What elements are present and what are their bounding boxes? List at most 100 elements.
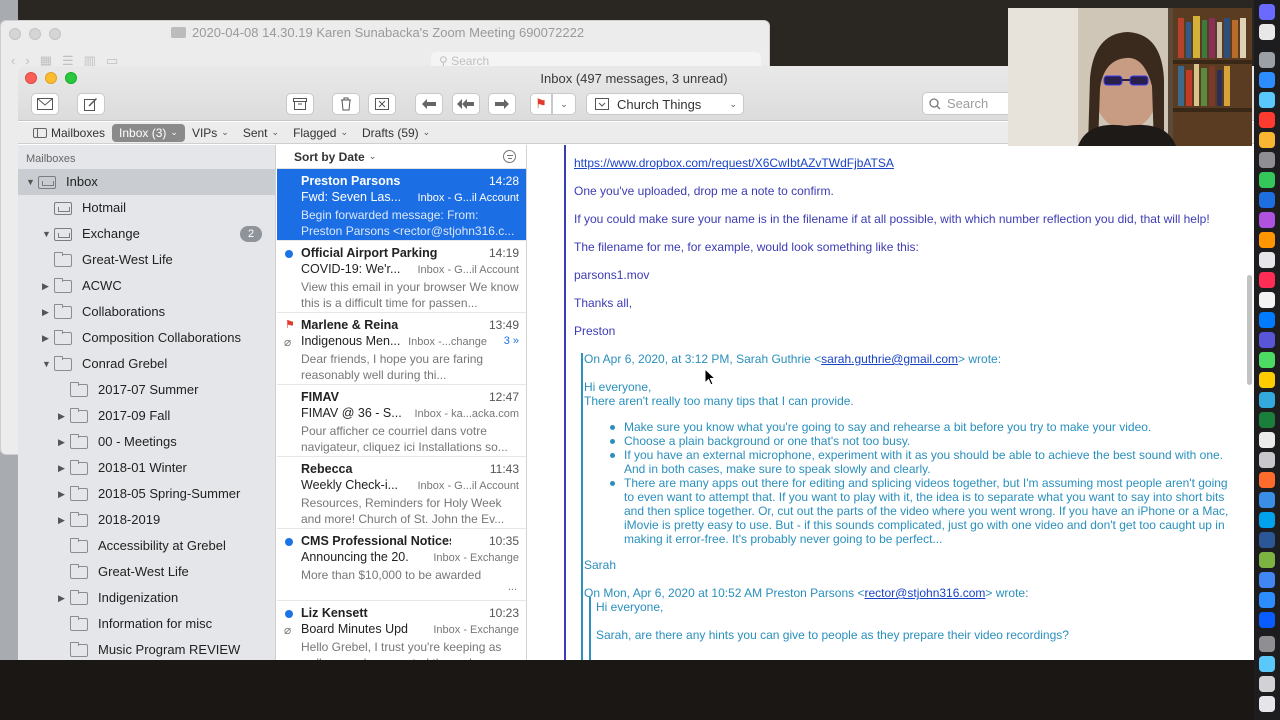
dock-app-icon[interactable] bbox=[1259, 4, 1275, 20]
flag-button[interactable]: ⚑ bbox=[530, 93, 552, 115]
sidebar-item[interactable]: Information for misc bbox=[18, 611, 275, 637]
dock-app-icon[interactable] bbox=[1259, 612, 1275, 628]
scrollbar[interactable] bbox=[1247, 275, 1252, 385]
disclosure-open-icon[interactable]: ▼ bbox=[26, 177, 36, 187]
disclosure-closed-icon[interactable]: ▶ bbox=[42, 281, 52, 292]
dock-app-icon[interactable] bbox=[1259, 532, 1275, 548]
email-link[interactable]: rector@stjohn316.com bbox=[865, 586, 986, 600]
disclosure-closed-icon[interactable]: ▶ bbox=[58, 593, 68, 604]
filter-icon[interactable] bbox=[503, 150, 516, 163]
dropbox-link[interactable]: https://www.dropbox.com/request/X6CwIbtA… bbox=[574, 156, 894, 170]
delete-button[interactable] bbox=[332, 93, 360, 115]
favorites-drafts[interactable]: Drafts (59) ⌄ bbox=[355, 124, 437, 142]
dock-app-icon[interactable] bbox=[1259, 676, 1275, 692]
sidebar-item[interactable]: ▶ 00 - Meetings bbox=[18, 429, 275, 455]
favorites-vips[interactable]: VIPs ⌄ bbox=[185, 124, 236, 142]
archive-button[interactable] bbox=[286, 93, 314, 115]
get-mail-button[interactable] bbox=[31, 93, 59, 115]
sidebar-item[interactable]: Great-West Life bbox=[18, 247, 275, 273]
dock-app-icon[interactable] bbox=[1259, 572, 1275, 588]
dock-app-icon[interactable] bbox=[1259, 352, 1275, 368]
disclosure-open-icon[interactable]: ▼ bbox=[42, 359, 52, 369]
sidebar-item[interactable]: ▶ Indigenization bbox=[18, 585, 275, 611]
sidebar-item[interactable]: ▶ Composition Collaborations bbox=[18, 325, 275, 351]
dock-app-icon[interactable] bbox=[1259, 472, 1275, 488]
dock-app-icon[interactable] bbox=[1259, 292, 1275, 308]
sidebar-item[interactable]: ▶ 2018-01 Winter bbox=[18, 455, 275, 481]
email-link[interactable]: sarah.guthrie@gmail.com bbox=[821, 352, 958, 366]
sidebar-item[interactable]: ▼ Conrad Grebel bbox=[18, 351, 275, 377]
sidebar-item[interactable]: Great-West Life bbox=[18, 559, 275, 585]
dock-app-icon[interactable] bbox=[1259, 592, 1275, 608]
sidebar-item[interactable]: Hotmail bbox=[18, 195, 275, 221]
favorites-mailboxes[interactable]: Mailboxes bbox=[26, 124, 112, 142]
sidebar-item[interactable]: ▶ 2018-05 Spring-Summer bbox=[18, 481, 275, 507]
favorites-sent[interactable]: Sent ⌄ bbox=[236, 124, 286, 142]
dock-app-icon[interactable] bbox=[1259, 192, 1275, 208]
reply-button[interactable] bbox=[415, 93, 443, 115]
dock-app-icon[interactable] bbox=[1259, 412, 1275, 428]
favorites-flagged[interactable]: Flagged ⌄ bbox=[286, 124, 355, 142]
disclosure-closed-icon[interactable]: ▶ bbox=[42, 333, 52, 344]
reply-all-button[interactable] bbox=[452, 93, 480, 115]
dock-app-icon[interactable] bbox=[1259, 132, 1275, 148]
dock-app-icon[interactable] bbox=[1259, 24, 1275, 40]
dock-app-icon[interactable] bbox=[1259, 52, 1275, 68]
message-row[interactable]: Official Airport Parking 14:19 COVID-19: W… bbox=[277, 241, 526, 313]
message-row[interactable]: ⌀ Liz Kensett 10:23 Board Minutes Upd... Inb… bbox=[277, 601, 526, 660]
dock-app-icon[interactable] bbox=[1259, 432, 1275, 448]
compose-button[interactable] bbox=[77, 93, 105, 115]
sidebar-item[interactable]: ▶ 2018-2019 bbox=[18, 507, 275, 533]
dock-app-icon[interactable] bbox=[1259, 452, 1275, 468]
sidebar-item[interactable]: 2017-07 Summer bbox=[18, 377, 275, 403]
sidebar-item[interactable]: ▶ Collaborations bbox=[18, 299, 275, 325]
dock-app-icon[interactable] bbox=[1259, 636, 1275, 652]
dock-app-icon[interactable] bbox=[1259, 552, 1275, 568]
mail-window[interactable]: Inbox (497 messages, 3 unread) ⚑ ⌄ Churc… bbox=[18, 66, 1254, 660]
favorites-inbox[interactable]: Inbox (3) ⌄ bbox=[112, 123, 185, 142]
sidebar-item[interactable]: Music Program REVIEW bbox=[18, 637, 275, 660]
body-link-line: https://www.dropbox.com/request/X6CwIbtA… bbox=[574, 156, 894, 170]
sidebar-item[interactable]: Accessibility at Grebel bbox=[18, 533, 275, 559]
disclosure-closed-icon[interactable]: ▶ bbox=[58, 515, 68, 526]
dock-app-icon[interactable] bbox=[1259, 656, 1275, 672]
disclosure-closed-icon[interactable]: ▶ bbox=[58, 437, 68, 448]
flag-menu-button[interactable]: ⌄ bbox=[552, 93, 576, 115]
message-row[interactable]: ⚑ ⌀ Marlene & Reina 13:49 Indigenous Men... I… bbox=[277, 313, 526, 385]
dock-app-icon[interactable] bbox=[1259, 72, 1275, 88]
dock-app-icon[interactable] bbox=[1259, 152, 1275, 168]
dock-app-icon[interactable] bbox=[1259, 312, 1275, 328]
dock-app-icon[interactable] bbox=[1259, 252, 1275, 268]
disclosure-closed-icon[interactable]: ▶ bbox=[58, 463, 68, 474]
sidebar-item[interactable]: ▼ Inbox bbox=[18, 169, 275, 195]
message-row[interactable]: CMS Professional Notices 10:35 Announcing … bbox=[277, 529, 526, 601]
dock-app-icon[interactable] bbox=[1259, 372, 1275, 388]
search-input[interactable]: Search bbox=[922, 92, 1012, 115]
message-row[interactable]: FIMAV 12:47 FIMAV @ 36 - S... Inbox - ka...… bbox=[277, 385, 526, 457]
dock-app-icon[interactable] bbox=[1259, 492, 1275, 508]
dock-app-icon[interactable] bbox=[1259, 232, 1275, 248]
dock-app-icon[interactable] bbox=[1259, 392, 1275, 408]
sidebar-item[interactable]: ▶ 2017-09 Fall bbox=[18, 403, 275, 429]
junk-button[interactable] bbox=[368, 93, 396, 115]
disclosure-closed-icon[interactable]: ▶ bbox=[42, 307, 52, 318]
disclosure-closed-icon[interactable]: ▶ bbox=[58, 489, 68, 500]
move-to-mailbox-button[interactable]: Church Things ⌄ bbox=[586, 93, 744, 115]
forward-button[interactable] bbox=[488, 93, 516, 115]
video-call-thumbnail[interactable] bbox=[1008, 8, 1252, 146]
disclosure-closed-icon[interactable]: ▶ bbox=[58, 411, 68, 422]
dock-app-icon[interactable] bbox=[1259, 112, 1275, 128]
message-row[interactable]: Preston Parsons 14:28 Fwd: Seven Las... Inb… bbox=[277, 169, 526, 241]
dock-trash-icon[interactable] bbox=[1259, 696, 1275, 712]
sidebar-item[interactable]: ▼ Exchange 2 bbox=[18, 221, 275, 247]
dock-app-icon[interactable] bbox=[1259, 512, 1275, 528]
dock-app-icon[interactable] bbox=[1259, 272, 1275, 288]
sidebar-item[interactable]: ▶ ACWC bbox=[18, 273, 275, 299]
dock-app-icon[interactable] bbox=[1259, 212, 1275, 228]
dock-app-icon[interactable] bbox=[1259, 172, 1275, 188]
dock-app-icon[interactable] bbox=[1259, 332, 1275, 348]
sort-button[interactable]: Sort by Date bbox=[294, 150, 365, 164]
message-row[interactable]: Rebecca 11:43 Weekly Check-i... Inbox - G..… bbox=[277, 457, 526, 529]
dock-app-icon[interactable] bbox=[1259, 92, 1275, 108]
disclosure-open-icon[interactable]: ▼ bbox=[42, 229, 52, 239]
